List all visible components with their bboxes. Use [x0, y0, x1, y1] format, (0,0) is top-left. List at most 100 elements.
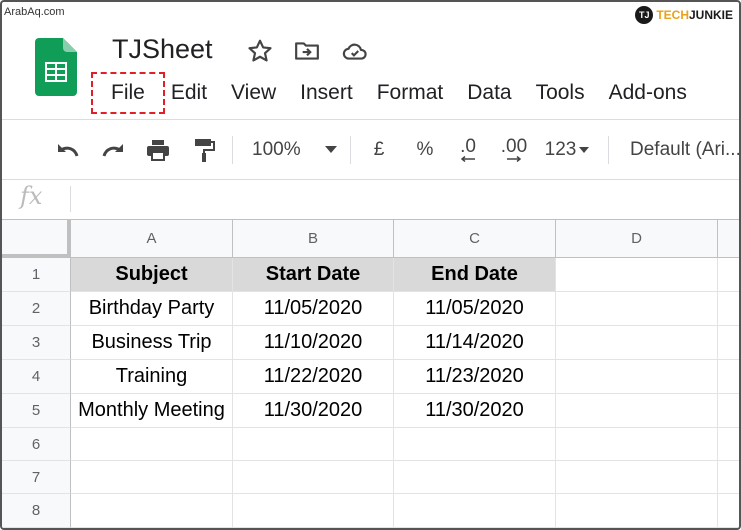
column-header-d[interactable]: D	[556, 220, 718, 258]
table-cell[interactable]: Business Trip	[71, 326, 233, 360]
menu-data[interactable]: Data	[455, 78, 523, 108]
print-button[interactable]	[142, 136, 174, 164]
row-header[interactable]: 4	[2, 360, 71, 394]
document-title[interactable]: TJSheet	[112, 34, 213, 65]
table-cell[interactable]	[394, 461, 556, 494]
formula-input[interactable]	[82, 186, 732, 212]
cloud-saved-icon[interactable]	[342, 38, 368, 64]
table-cell[interactable]	[556, 461, 718, 494]
table-cell[interactable]	[556, 394, 718, 428]
chevron-down-icon	[579, 146, 590, 153]
table-cell[interactable]	[556, 292, 718, 326]
table-cell[interactable]: 11/23/2020	[394, 360, 556, 394]
table-cell[interactable]: End Date	[394, 258, 556, 292]
table-cell[interactable]: 11/14/2020	[394, 326, 556, 360]
menu-format[interactable]: Format	[365, 78, 456, 108]
toolbar-divider	[232, 136, 233, 164]
table-cell[interactable]	[71, 461, 233, 494]
toolbar-divider	[350, 136, 351, 164]
zoom-select[interactable]: 100%	[252, 136, 342, 164]
zoom-value: 100%	[252, 139, 301, 160]
toolbar-divider-line	[2, 179, 739, 180]
menu-edit[interactable]: Edit	[159, 78, 219, 108]
table-cell[interactable]	[718, 292, 739, 326]
redo-button[interactable]	[97, 136, 129, 164]
table-cell[interactable]: Subject	[71, 258, 233, 292]
move-to-folder-icon[interactable]	[294, 38, 320, 64]
more-formats-select[interactable]: 123	[540, 136, 594, 164]
more-formats-label: 123	[544, 139, 577, 160]
table-cell[interactable]	[718, 258, 739, 292]
table-cell[interactable]: 11/22/2020	[233, 360, 394, 394]
arrow-right-icon	[507, 156, 522, 162]
table-cell[interactable]	[233, 428, 394, 461]
table-cell[interactable]	[718, 461, 739, 494]
undo-button[interactable]	[52, 136, 84, 164]
table-cell[interactable]: Monthly Meeting	[71, 394, 233, 428]
paint-format-button[interactable]	[188, 136, 220, 164]
table-cell[interactable]	[233, 461, 394, 494]
row-header[interactable]: 3	[2, 326, 71, 360]
decrease-decimal-label: .0	[460, 136, 476, 157]
menu-view[interactable]: View	[219, 78, 288, 108]
table-cell[interactable]	[556, 494, 718, 528]
table-cell[interactable]: Start Date	[233, 258, 394, 292]
chevron-down-icon	[324, 146, 337, 153]
print-icon	[147, 140, 169, 161]
undo-icon	[58, 144, 79, 157]
table-cell[interactable]	[71, 494, 233, 528]
table-cell[interactable]: 11/05/2020	[233, 292, 394, 326]
row-header[interactable]: 6	[2, 428, 71, 461]
app-window: ArabAq.com TJ TECHJUNKIE TJSheet File Ed…	[0, 0, 741, 530]
table-cell[interactable]	[718, 360, 739, 394]
star-icon[interactable]	[247, 38, 273, 64]
font-family-select[interactable]: Default (Ari...	[630, 136, 739, 164]
format-currency-button[interactable]: £	[364, 136, 394, 164]
select-all-corner[interactable]	[2, 220, 71, 258]
menu-file[interactable]: File	[91, 72, 165, 114]
table-cell[interactable]	[718, 326, 739, 360]
column-header-a[interactable]: A	[71, 220, 233, 258]
arrow-left-icon	[460, 156, 475, 162]
table-cell[interactable]	[556, 326, 718, 360]
menu-bar: File Edit View Insert Format Data Tools …	[91, 72, 699, 114]
toolbar: 100% £ % .0 .00 123 Default (Ari...	[2, 128, 739, 172]
table-cell[interactable]	[556, 258, 718, 292]
table-cell[interactable]: 11/05/2020	[394, 292, 556, 326]
table-cell[interactable]	[394, 494, 556, 528]
menu-insert[interactable]: Insert	[288, 78, 365, 108]
table-cell[interactable]: Birthday Party	[71, 292, 233, 326]
techjunkie-logo-icon: TJ	[635, 6, 654, 24]
increase-decimal-button[interactable]: .00	[494, 136, 534, 164]
row-header[interactable]: 5	[2, 394, 71, 428]
menu-tools[interactable]: Tools	[524, 78, 597, 108]
table-cell[interactable]: 11/30/2020	[394, 394, 556, 428]
techjunkie-watermark: TJ TECHJUNKIE	[635, 6, 733, 24]
table-cell[interactable]: 11/10/2020	[233, 326, 394, 360]
table-cell[interactable]	[394, 428, 556, 461]
decrease-decimal-button[interactable]: .0	[451, 136, 485, 164]
row-header[interactable]: 2	[2, 292, 71, 326]
table-cell[interactable]: Training	[71, 360, 233, 394]
row-header[interactable]: 8	[2, 494, 71, 528]
row-header[interactable]: 1	[2, 258, 71, 292]
table-cell[interactable]	[556, 428, 718, 461]
menu-addons[interactable]: Add-ons	[597, 78, 699, 108]
table-cell[interactable]	[71, 428, 233, 461]
paint-format-icon	[195, 139, 215, 162]
table-cell[interactable]	[233, 494, 394, 528]
column-header-e[interactable]	[718, 220, 739, 258]
table-cell[interactable]	[718, 494, 739, 528]
table-cell[interactable]	[556, 360, 718, 394]
table-cell[interactable]	[718, 428, 739, 461]
table-cell[interactable]	[718, 394, 739, 428]
google-sheets-logo-icon[interactable]	[35, 38, 77, 96]
row-header[interactable]: 7	[2, 461, 71, 494]
table-cell[interactable]: 11/30/2020	[233, 394, 394, 428]
column-header-c[interactable]: C	[394, 220, 556, 258]
fx-label: fx	[20, 182, 43, 210]
toolbar-divider	[608, 136, 609, 164]
format-percent-button[interactable]: %	[410, 136, 440, 164]
header-divider	[2, 119, 739, 120]
column-header-b[interactable]: B	[233, 220, 394, 258]
